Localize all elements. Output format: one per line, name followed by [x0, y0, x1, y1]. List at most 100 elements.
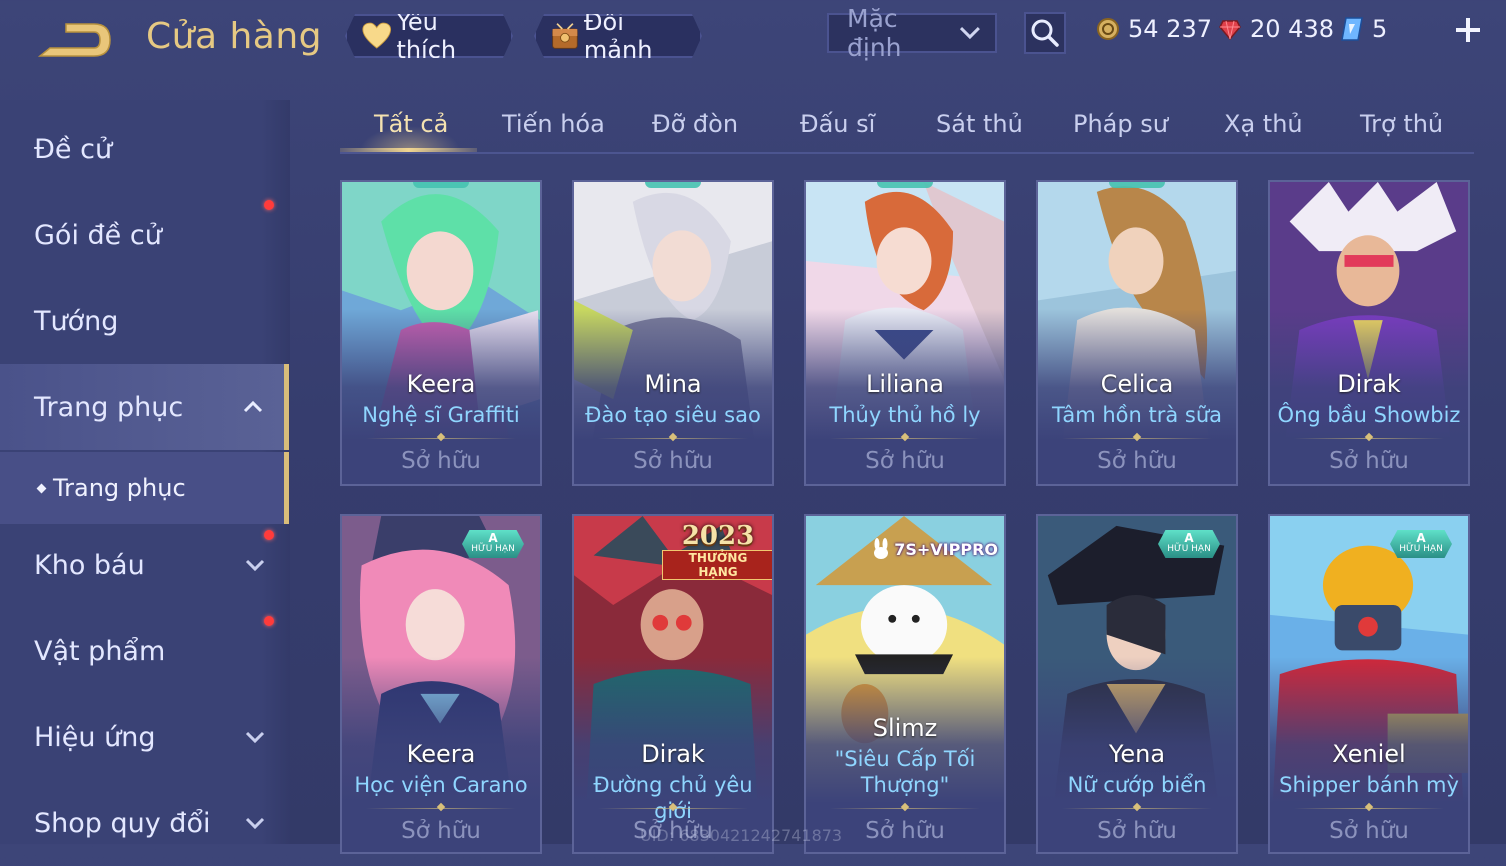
chevron-down-icon: [960, 26, 981, 40]
badge-rank: THƯỞNG HẠNG: [662, 550, 772, 580]
exchange-label: Đổi mảnh: [583, 8, 653, 64]
voucher-crystal-icon: [1341, 17, 1363, 41]
skin-card[interactable]: Keera Nghệ sĩ Graffiti Sở hữu: [340, 180, 542, 486]
sidebar-item-effects[interactable]: Hiệu ứng: [0, 694, 286, 780]
voucher-amount: 5: [1372, 15, 1388, 43]
hero-name: Yena: [1108, 740, 1166, 768]
sidebar-item-label: Hiệu ứng: [34, 721, 156, 753]
ruby-gem-icon: [1219, 20, 1241, 41]
owned-status: Sở hữu: [1329, 818, 1409, 844]
sidebar-item-featured[interactable]: Đề cử: [0, 106, 286, 192]
skin-name: Nghệ sĩ Graffiti: [362, 403, 520, 427]
limited-badge: A HỮU HẠN: [1158, 530, 1220, 558]
hero-name: Dirak: [1337, 370, 1401, 398]
bunny-icon: [874, 538, 889, 559]
sort-dropdown[interactable]: Mặc định: [827, 4, 997, 62]
tab-tank[interactable]: Đỡ đòn: [652, 110, 738, 138]
skin-name: Nữ cướp biển: [1067, 773, 1207, 797]
ranked-2023-badge: 2023 THƯỞNG HẠNG: [662, 521, 772, 580]
card-divider: [1062, 432, 1212, 442]
skin-card[interactable]: 7S+VIPPRO Slimz "Siêu Cấp Tối Thượng" Sở…: [804, 514, 1006, 854]
tab-mage[interactable]: Pháp sư: [1073, 110, 1168, 138]
back-arrow-icon: [37, 23, 111, 57]
limited-badge-letter: A: [1184, 531, 1194, 545]
gold-amount: 54 237: [1128, 15, 1212, 43]
skin-name-line1: "Siêu Cấp Tối: [834, 747, 976, 771]
limited-badge: A HỮU HẠN: [462, 530, 524, 558]
sidebar-item-label: Đề cử: [34, 133, 113, 165]
tab-fighter[interactable]: Đấu sĩ: [800, 110, 875, 138]
sidebar-item-treasure[interactable]: Kho báu: [0, 522, 286, 608]
back-button[interactable]: [36, 18, 114, 62]
tab-active-indicator: [340, 148, 477, 152]
tab-all[interactable]: Tất cả: [374, 110, 448, 138]
bullet-icon: [36, 483, 47, 493]
skin-name: Học viện Carano: [354, 773, 528, 797]
limited-badge-text: HỮU HẠN: [471, 544, 515, 554]
sidebar-item-label: Kho báu: [34, 549, 145, 581]
card-divider: [830, 432, 980, 442]
sidebar-item-items[interactable]: Vật phẩm: [0, 608, 286, 694]
owned-status: Sở hữu: [633, 448, 713, 474]
limited-badge-text: HỮU HẠN: [1167, 544, 1211, 554]
favorites-button[interactable]: Yêu thích: [345, 14, 513, 58]
skin-name: Thủy thủ hồ ly: [829, 403, 981, 427]
sidebar-item-label: Shop quy đổi: [34, 807, 211, 839]
sidebar-item-skins[interactable]: Trang phục: [0, 364, 289, 450]
tab-assassin[interactable]: Sát thủ: [936, 110, 1023, 138]
card-top-badge: [645, 182, 701, 188]
chevron-down-icon: [245, 559, 265, 572]
skin-name: Đường chủ yêu giới: [593, 773, 753, 823]
hero-name: Celica: [1100, 370, 1174, 398]
notification-dot: [264, 200, 274, 210]
owned-status: Sở hữu: [401, 818, 481, 844]
skin-card[interactable]: A HỮU HẠN Keera Học viện Carano Sở hữu: [340, 514, 542, 854]
sidebar-item-exchange-shop[interactable]: Shop quy đổi: [0, 780, 286, 866]
skin-name: Đào tạo siêu sao: [585, 403, 761, 427]
sidebar-item-featured-packs[interactable]: Gói đề cử: [0, 192, 286, 278]
skin-card[interactable]: Celica Tâm hồn trà sữa Sở hữu: [1036, 180, 1238, 486]
hero-name: Keera: [406, 740, 476, 768]
voucher-balance: 5: [1340, 15, 1387, 43]
category-tabs: Tất cả Tiến hóa Đỡ đòn Đấu sĩ Sát thủ Ph…: [340, 100, 1474, 154]
card-top-badge: [413, 182, 469, 188]
vip-badge: 7S+VIPPRO: [870, 538, 998, 560]
tab-marksman[interactable]: Xạ thủ: [1224, 110, 1303, 138]
limited-badge-letter: A: [488, 531, 498, 545]
treasure-chest-icon: [550, 20, 580, 52]
exchange-shards-button[interactable]: Đổi mảnh: [534, 14, 702, 58]
sidebar-item-label: Gói đề cử: [34, 219, 162, 251]
ruby-amount: 20 438: [1250, 15, 1334, 43]
card-divider: [598, 802, 748, 812]
card-divider: [830, 802, 980, 812]
card-divider: [598, 432, 748, 442]
card-divider: [366, 802, 516, 812]
card-divider: [366, 432, 516, 442]
tab-support[interactable]: Trợ thủ: [1360, 110, 1443, 138]
skin-card[interactable]: Mina Đào tạo siêu sao Sở hữu: [572, 180, 774, 486]
owned-status: Sở hữu: [1097, 818, 1177, 844]
ruby-balance: 20 438: [1218, 15, 1334, 43]
hero-name: Liliana: [866, 370, 944, 398]
skin-card[interactable]: Dirak Ông bầu Showbiz Sở hữu: [1268, 180, 1470, 486]
sidebar-item-label: Vật phẩm: [34, 635, 166, 667]
hero-name: Slimz: [872, 714, 938, 742]
skin-card[interactable]: 2023 THƯỞNG HẠNG Dirak Đường chủ yêu giớ…: [572, 514, 774, 854]
add-currency-button[interactable]: [1452, 14, 1484, 46]
tab-evolution[interactable]: Tiến hóa: [502, 110, 605, 138]
chevron-up-icon: [243, 400, 263, 413]
skin-card[interactable]: Liliana Thủy thủ hồ ly Sở hữu: [804, 180, 1006, 486]
sidebar-item-heroes[interactable]: Tướng: [0, 278, 286, 364]
search-button[interactable]: [1024, 12, 1066, 54]
skin-card[interactable]: A HỮU HẠN Xeniel Shipper bánh mỳ Sở hữu: [1268, 514, 1470, 854]
owned-status: Sở hữu: [401, 448, 481, 474]
skin-card[interactable]: A HỮU HẠN Yena Nữ cướp biển Sở hữu: [1036, 514, 1238, 854]
hero-name: Xeniel: [1332, 740, 1406, 768]
limited-badge: A HỮU HẠN: [1390, 530, 1452, 558]
gold-balance: 54 237: [1096, 15, 1212, 43]
badge-year: 2023: [681, 521, 755, 551]
sidebar: Đề cử Gói đề cử Tướng Trang phục Trang p…: [0, 100, 290, 844]
sort-value: Mặc định: [847, 4, 902, 62]
skin-name: Shipper bánh mỳ: [1279, 773, 1459, 797]
sidebar-subitem-skins[interactable]: Trang phục: [0, 452, 289, 524]
